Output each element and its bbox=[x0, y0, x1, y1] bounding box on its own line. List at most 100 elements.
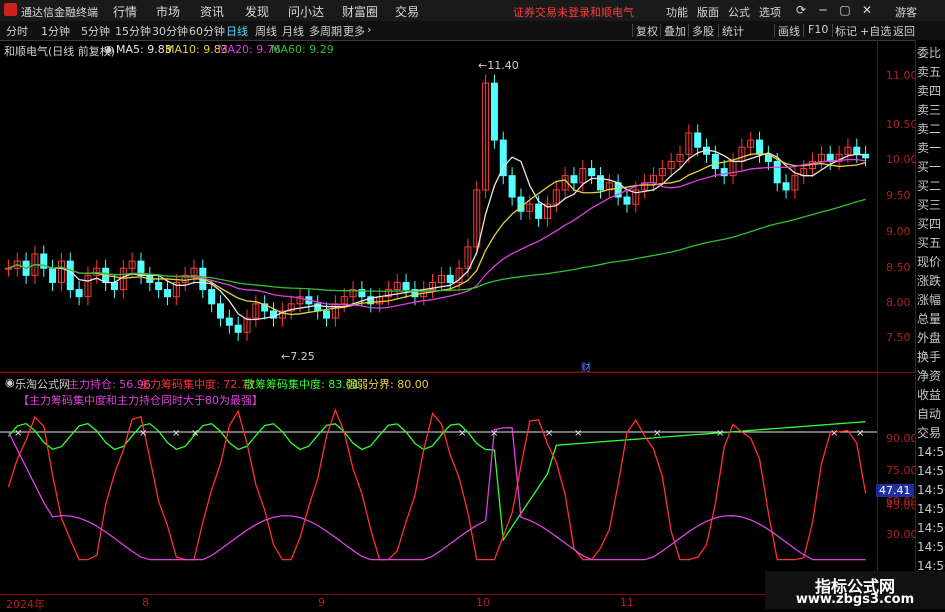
settings-dot-icon[interactable]: ◉ bbox=[5, 376, 15, 389]
indicator-label: 75.00 bbox=[886, 464, 918, 477]
btn-biaoji[interactable]: 标记 bbox=[835, 23, 857, 39]
signal-marker: ⨯ bbox=[458, 428, 466, 439]
btn-tongji[interactable]: 统计 bbox=[722, 23, 744, 39]
btn-back[interactable]: 返回 bbox=[893, 23, 915, 39]
candle-body bbox=[773, 160, 781, 184]
settings-dot-icon[interactable]: ◉ bbox=[104, 43, 114, 56]
menu-wenxiaoda[interactable]: 问小达 bbox=[288, 3, 324, 20]
menu-caifuquan[interactable]: 财富圈 bbox=[342, 3, 378, 20]
side-sell3[interactable]: 卖三 bbox=[917, 101, 945, 120]
tab-30min[interactable]: 30分钟 bbox=[152, 23, 188, 39]
btn-diejia[interactable]: 叠加 bbox=[664, 23, 686, 39]
btn-duogu[interactable]: 多股 bbox=[692, 23, 714, 39]
tab-15min[interactable]: 15分钟 bbox=[115, 23, 151, 39]
menu-gongshi[interactable]: 公式 bbox=[728, 4, 750, 20]
more-chevron-icon[interactable]: › bbox=[367, 23, 371, 36]
menu-xuanxiang[interactable]: 选项 bbox=[759, 4, 781, 20]
candle-body bbox=[110, 281, 118, 291]
side-weibi[interactable]: 委比 bbox=[917, 44, 945, 63]
app-title: 通达信金融终端 bbox=[21, 6, 98, 19]
tab-more[interactable]: 更多 bbox=[343, 23, 365, 39]
menu-jiaoyi[interactable]: 交易 bbox=[395, 3, 419, 20]
side-time: 14:56 bbox=[917, 464, 945, 478]
ma20-line bbox=[8, 159, 866, 309]
side-outer[interactable]: 外盘 bbox=[917, 329, 945, 348]
menu-gongneng[interactable]: 功能 bbox=[666, 4, 688, 20]
candle-body bbox=[694, 132, 702, 148]
side-buy4[interactable]: 买四 bbox=[917, 215, 945, 234]
side-quote-list: 委比 卖五 卖四 卖三 卖二 卖一 买一 买二 买三 买四 买五 现价 涨跌 涨… bbox=[917, 44, 945, 576]
side-sell4[interactable]: 卖四 bbox=[917, 82, 945, 101]
candle-body bbox=[623, 196, 631, 205]
candle-body bbox=[402, 281, 410, 291]
trade-login-alert[interactable]: 证券交易未登录 bbox=[513, 4, 590, 20]
kline-chart-area[interactable]: 和顺电气(日线 前复权) ◉ MA5: 9.83 MA10: 9.83 MA20… bbox=[0, 40, 915, 374]
ma60-legend: MA60: 9.29 bbox=[271, 43, 334, 56]
candle-body bbox=[490, 82, 498, 141]
tab-daily[interactable]: 日线 bbox=[226, 23, 248, 39]
candle-body bbox=[508, 175, 516, 198]
time-label: 10 bbox=[476, 596, 490, 609]
side-volume[interactable]: 总量 bbox=[917, 310, 945, 329]
watermark-banner: 指标公式网 www.zbgs3.com bbox=[765, 571, 945, 609]
signal-marker: ⨯ bbox=[716, 428, 724, 439]
side-turnover[interactable]: 换手 bbox=[917, 348, 945, 367]
ma5-legend: MA5: 9.83 bbox=[116, 43, 172, 56]
minimize-icon[interactable]: ─ bbox=[815, 2, 831, 18]
side-change-pct[interactable]: 涨幅 bbox=[917, 291, 945, 310]
current-value-badge: 47.41 bbox=[876, 484, 914, 497]
side-netasset[interactable]: 净资 bbox=[917, 367, 945, 386]
tab-5min[interactable]: 5分钟 bbox=[81, 23, 110, 39]
low-price-marker: ←7.25 bbox=[281, 350, 315, 363]
side-buy5[interactable]: 买五 bbox=[917, 234, 945, 253]
tab-fenshi[interactable]: 分时 bbox=[6, 23, 28, 39]
menu-hangqing[interactable]: 行情 bbox=[113, 3, 137, 20]
tab-1min[interactable]: 1分钟 bbox=[41, 23, 70, 39]
close-icon[interactable]: ✕ bbox=[859, 2, 875, 18]
main-concentration-legend: 主力筹码集中度: 72.77 bbox=[139, 378, 255, 391]
time-label: 11 bbox=[620, 596, 634, 609]
side-change[interactable]: 涨跌 bbox=[917, 272, 945, 291]
candle-body bbox=[66, 260, 74, 291]
low-price-value: 7.25 bbox=[290, 350, 315, 363]
candle-body bbox=[323, 310, 331, 319]
side-price[interactable]: 现价 bbox=[917, 253, 945, 272]
time-label: 9 bbox=[318, 596, 325, 609]
btn-add-watchlist[interactable]: +自选 bbox=[860, 23, 891, 39]
candle-body bbox=[711, 153, 719, 170]
signal-marker: ⨯ bbox=[830, 428, 838, 439]
menu-banmian[interactable]: 版面 bbox=[697, 4, 719, 20]
candle-body bbox=[446, 274, 454, 283]
side-trade[interactable]: 交易 bbox=[917, 424, 945, 443]
tab-60min[interactable]: 60分钟 bbox=[189, 23, 225, 39]
side-sell5[interactable]: 卖五 bbox=[917, 63, 945, 82]
side-sell2[interactable]: 卖二 bbox=[917, 120, 945, 139]
toolbar-divider bbox=[632, 24, 633, 37]
btn-huaxian[interactable]: 画线 bbox=[778, 23, 800, 39]
menu-zixun[interactable]: 资讯 bbox=[200, 3, 224, 20]
side-buy3[interactable]: 买三 bbox=[917, 196, 945, 215]
side-buy2[interactable]: 买二 bbox=[917, 177, 945, 196]
candle-body bbox=[535, 203, 543, 219]
tab-multi-period[interactable]: 多周期 bbox=[309, 23, 342, 39]
tab-monthly[interactable]: 月线 bbox=[282, 23, 304, 39]
restore-icon[interactable]: ▢ bbox=[837, 2, 853, 18]
btn-f10[interactable]: F10 bbox=[808, 23, 828, 36]
tab-weekly[interactable]: 周线 bbox=[255, 23, 277, 39]
side-buy1[interactable]: 买一 bbox=[917, 158, 945, 177]
side-sell1[interactable]: 卖一 bbox=[917, 139, 945, 158]
toolbar-divider bbox=[688, 24, 689, 37]
refresh-icon[interactable]: ⟳ bbox=[793, 2, 809, 18]
candle-body bbox=[234, 324, 242, 333]
menu-shichang[interactable]: 市场 bbox=[156, 3, 180, 20]
user-guest[interactable]: 游客 bbox=[895, 4, 917, 20]
btn-fuquan[interactable]: 复权 bbox=[636, 23, 658, 39]
menu-faxian[interactable]: 发现 bbox=[245, 3, 269, 20]
time-label: 8 bbox=[142, 596, 149, 609]
signal-marker: ⨯ bbox=[139, 428, 147, 439]
side-earnings[interactable]: 收益 bbox=[917, 386, 945, 405]
side-auto[interactable]: 自动 bbox=[917, 405, 945, 424]
toolbar-divider bbox=[803, 24, 804, 37]
candle-body bbox=[49, 267, 57, 283]
indicator-chart-area[interactable]: ⨯ ⨯ ⨯ ⨯ ⨯ ⨯ ⨯ ⨯ ⨯ ⨯ ⨯ ⨯ ◉ 乐淘公式网 主力持仓: 56.96 主力筹码集中度… bbox=[0, 372, 915, 595]
